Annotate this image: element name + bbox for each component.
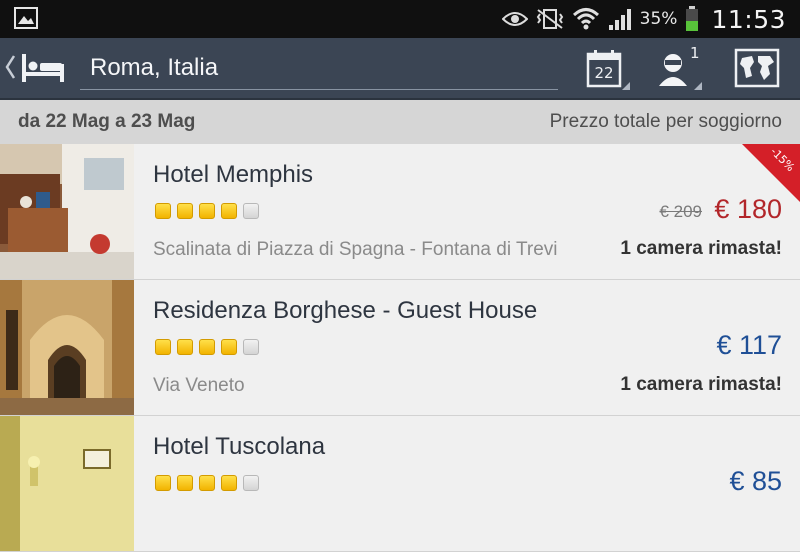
hotel-list: Hotel Memphis € 209 € 180 Scalinata di P… (0, 144, 800, 552)
hotel-name: Residenza Borghese - Guest House (153, 297, 538, 324)
star-icon (199, 339, 215, 355)
star-icon (221, 203, 237, 219)
hotel-photo (0, 144, 134, 279)
battery-icon (686, 6, 699, 31)
guest-count: 1 (690, 44, 700, 62)
calendar-button[interactable]: 22 (582, 46, 632, 94)
price-note: Prezzo totale per soggiorno (549, 111, 782, 132)
hotel-address: Scalinata di Piazza di Spagna - Fontana … (153, 239, 558, 260)
hotel-address: Via Veneto (153, 375, 245, 396)
hotel-photo (0, 416, 134, 551)
star-icon (221, 475, 237, 491)
map-button[interactable] (734, 46, 784, 94)
vibrate-silent-icon (536, 9, 563, 29)
guests-button[interactable]: 1 (654, 44, 704, 94)
star-empty-icon (243, 475, 259, 491)
corner-indicator (694, 82, 702, 90)
star-icon (155, 475, 171, 491)
status-bar: 35% 11:53 (0, 0, 800, 38)
wifi-icon (572, 8, 599, 30)
clock: 11:53 (711, 4, 786, 34)
signal-icon (608, 9, 631, 30)
action-bar: Roma, Italia 22 1 (0, 38, 800, 100)
corner-indicator (622, 82, 630, 90)
star-icon (177, 203, 193, 219)
star-icon (155, 203, 171, 219)
image-icon (14, 7, 38, 29)
star-rating (155, 475, 259, 491)
availability: 1 camera rimasta! (620, 374, 782, 395)
map-icon (734, 48, 780, 88)
hotel-name: Hotel Tuscolana (153, 433, 326, 460)
price: € 85 (729, 466, 782, 496)
star-icon (177, 475, 193, 491)
star-empty-icon (243, 203, 259, 219)
hotel-row[interactable]: Residenza Borghese - Guest House € 117 V… (0, 280, 800, 416)
hotel-name: Hotel Memphis (153, 161, 314, 188)
hotel-photo (0, 280, 134, 415)
location-search-field[interactable]: Roma, Italia (80, 46, 558, 90)
price: € 117 (716, 330, 782, 360)
star-icon (155, 339, 171, 355)
eye-icon (501, 12, 528, 26)
star-icon (221, 339, 237, 355)
star-empty-icon (243, 339, 259, 355)
old-price: € 209 (659, 202, 702, 221)
calendar-day: 22 (594, 64, 614, 82)
hotel-row[interactable]: Hotel Memphis € 209 € 180 Scalinata di P… (0, 144, 800, 280)
star-rating (155, 203, 259, 219)
discount-ribbon: -15% (742, 144, 800, 202)
battery-percent: 35% (639, 9, 678, 29)
date-range[interactable]: da 22 Mag a 23 Mag (18, 111, 195, 133)
date-bar: da 22 Mag a 23 Mag Prezzo totale per sog… (0, 100, 800, 144)
star-icon (177, 339, 193, 355)
back-chevron-icon[interactable] (4, 54, 16, 80)
hotel-row[interactable]: Hotel Tuscolana € 85 (0, 416, 800, 552)
bed-icon[interactable] (20, 52, 66, 84)
star-rating (155, 339, 259, 355)
star-icon (199, 203, 215, 219)
star-icon (199, 475, 215, 491)
availability: 1 camera rimasta! (620, 238, 782, 259)
